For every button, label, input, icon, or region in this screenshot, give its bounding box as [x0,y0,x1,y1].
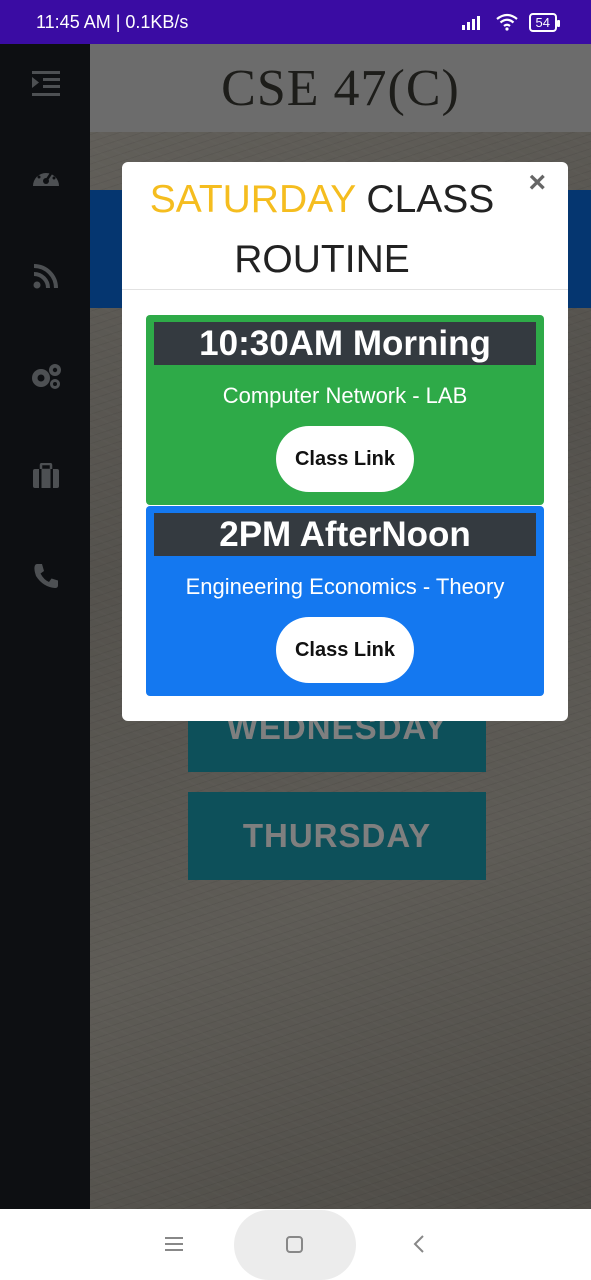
class-time: 10:30AM Morning [154,322,536,365]
modal-title: SATURDAY CLASS ROUTINE [122,170,522,290]
nav-home-icon[interactable] [285,1235,305,1255]
modal-divider [122,289,568,290]
system-nav-bar [0,1209,591,1280]
status-icons: 54 [461,12,561,32]
routine-modal: SATURDAY CLASS ROUTINE × 10:30AM Morning… [122,162,568,721]
class-subject: Computer Network - LAB [222,383,468,408]
wifi-icon [495,13,518,31]
class-card-afternoon: 2PM AfterNoon Engineering Economics - Th… [146,506,544,696]
signal-icon [461,16,480,30]
class-time: 2PM AfterNoon [154,513,536,556]
class-link-button[interactable]: Class Link [276,426,414,492]
status-time: 11:45 AM | 0.1KB/s [36,11,189,32]
class-subject: Engineering Economics - Theory [185,574,505,599]
close-button[interactable]: × [528,166,546,200]
class-card-morning: 10:30AM Morning Computer Network - LAB C… [146,315,544,505]
class-link-button[interactable]: Class Link [276,617,414,683]
status-bar: 11:45 AM | 0.1KB/s 54 [0,0,591,44]
nav-back-icon[interactable] [412,1234,426,1254]
nav-menu-icon[interactable] [164,1236,184,1252]
battery-icon: 54 [528,12,561,32]
modal-title-day: SATURDAY [149,178,356,221]
